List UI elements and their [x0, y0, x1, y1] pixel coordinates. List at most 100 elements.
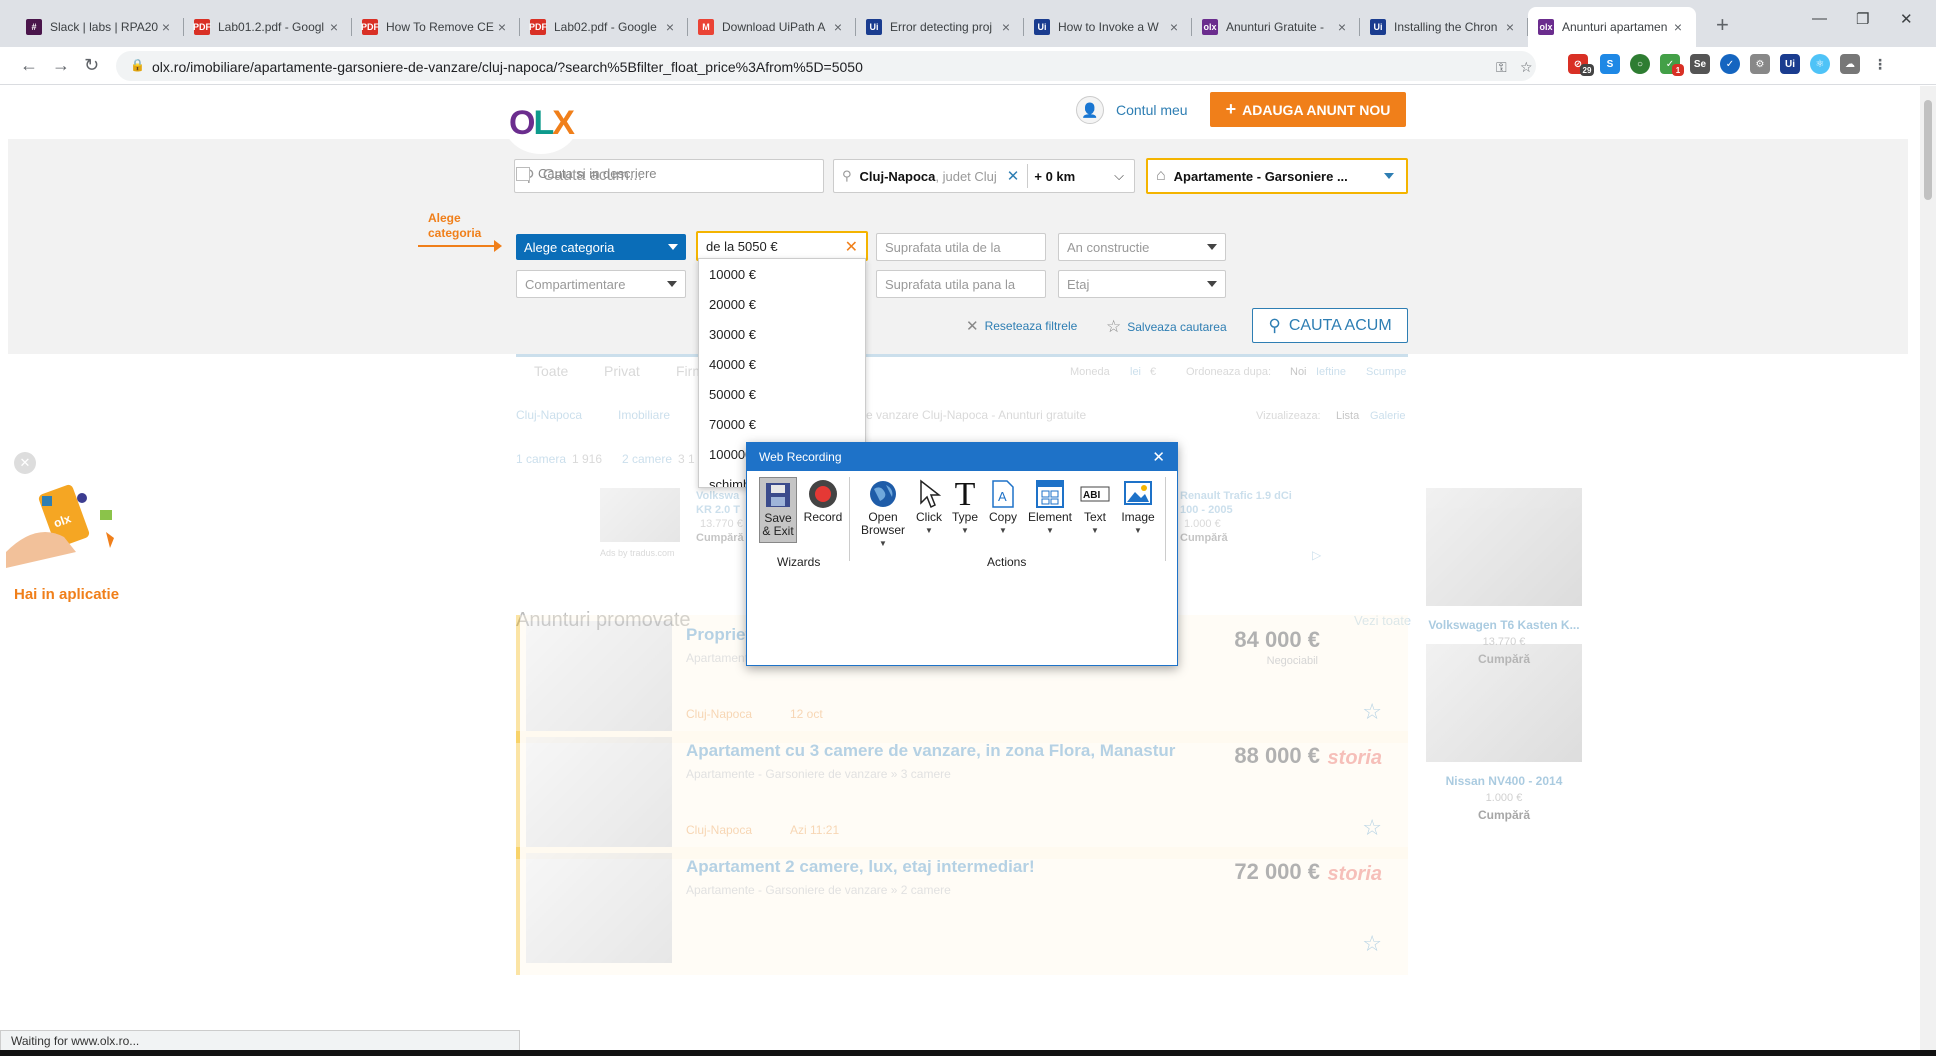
clear-price-icon[interactable]: ✕ [845, 237, 858, 257]
breadcrumb-city[interactable]: Cluj-Napoca [516, 408, 582, 422]
side-ad[interactable]: Nissan NV400 - 2014 1.000 € Cumpără [1426, 644, 1582, 834]
extension-react-icon[interactable]: ⚛ [1810, 54, 1830, 74]
description-checkbox[interactable]: Cauta si in descriere [516, 166, 657, 181]
price-option[interactable]: 70000 € [699, 409, 865, 439]
floor-select[interactable]: Etaj [1058, 270, 1226, 298]
view-gallery[interactable]: Galerie [1370, 410, 1405, 422]
price-option[interactable]: 50000 € [699, 379, 865, 409]
key-icon[interactable]: ⚿ [1496, 59, 1507, 76]
side-ad-title[interactable]: Nissan NV400 - 2014 [1426, 774, 1582, 788]
scrollbar-thumb[interactable] [1924, 100, 1932, 200]
favorite-star-icon[interactable]: ☆ [1362, 815, 1382, 841]
close-tab-icon[interactable]: × [326, 19, 342, 35]
browser-tab[interactable]: # Slack | labs | RPA20 × [16, 7, 184, 47]
sort-newest[interactable]: Noi [1290, 366, 1307, 378]
browser-tab[interactable]: olx Anunturi Gratuite - × [1192, 7, 1360, 47]
listing-title[interactable]: Apartament cu 3 camere de vanzare, in zo… [686, 741, 1175, 761]
close-tab-icon[interactable]: × [662, 19, 678, 35]
rooms-2-link[interactable]: 2 camere [622, 452, 672, 466]
listing-item[interactable]: Apartament cu 3 camere de vanzare, in zo… [516, 731, 1408, 859]
price-option[interactable]: 30000 € [699, 319, 865, 349]
close-window-icon[interactable]: ✕ [1900, 10, 1913, 28]
location-field[interactable]: ⚲ Cluj-Napoca , judet Cluj ✕ + 0 km ⌵ [833, 159, 1135, 193]
reload-icon[interactable]: ↻ [84, 55, 99, 76]
extension-circle-icon[interactable]: ○ [1630, 54, 1650, 74]
bookmark-star-icon[interactable]: ☆ [1520, 59, 1533, 76]
add-listing-button[interactable]: + ADAUGA ANUNT NOU [1210, 92, 1406, 127]
browser-tab[interactable]: Ui How to Invoke a W × [1024, 7, 1192, 47]
type-button[interactable]: T Type ▼ [945, 477, 985, 537]
search-button[interactable]: ⚲ CAUTA ACUM [1252, 308, 1408, 343]
side-ad-image[interactable] [1426, 644, 1582, 762]
browser-tab[interactable]: olx Anunturi apartamen × [1528, 7, 1696, 47]
listing-photo[interactable] [526, 621, 672, 731]
close-tab-icon[interactable]: × [1166, 19, 1182, 35]
save-search-link[interactable]: ☆ Salveaza cautarea [1106, 317, 1227, 337]
close-tab-icon[interactable]: × [998, 19, 1014, 35]
ad-choices-icon[interactable]: ▷ [1312, 548, 1321, 562]
back-icon[interactable]: ← [20, 55, 38, 76]
copy-button[interactable]: A Copy ▼ [983, 477, 1023, 537]
sponsored-ad-title[interactable]: Volkswa [696, 490, 739, 502]
close-dialog-icon[interactable]: ✕ [1152, 448, 1165, 466]
extension-cloud-icon[interactable]: ☁ [1840, 54, 1860, 74]
record-button[interactable]: Record [801, 477, 845, 524]
forward-icon[interactable]: → [52, 55, 70, 76]
currency-eur[interactable]: € [1150, 366, 1156, 378]
tab-all[interactable]: Toate [534, 363, 568, 379]
area-from-input[interactable]: Suprafata utila de la [876, 233, 1046, 261]
category-select[interactable]: ⌂ Apartamente - Garsoniere ... [1146, 158, 1408, 194]
compartment-select[interactable]: Compartimentare [516, 270, 686, 298]
text-button[interactable]: ABI Text ▼ [1073, 477, 1117, 537]
listing-item[interactable]: Apartament 2 camere, lux, etaj intermedi… [516, 847, 1408, 975]
page-scrollbar[interactable] [1920, 86, 1936, 1052]
favorite-star-icon[interactable]: ☆ [1362, 931, 1382, 957]
menu-kebab-icon[interactable]: ⋮ [1870, 54, 1890, 74]
browser-tab[interactable]: Ui Installing the Chron × [1360, 7, 1528, 47]
area-to-input[interactable]: Suprafata utila pana la [876, 270, 1046, 298]
extension-messenger-icon[interactable]: ✓ [1720, 54, 1740, 74]
olx-logo[interactable]: OLX [504, 92, 578, 154]
view-list[interactable]: Lista [1336, 410, 1359, 422]
close-promo-icon[interactable]: ✕ [14, 452, 36, 474]
new-tab-button[interactable]: + [1716, 12, 1729, 38]
minimize-icon[interactable]: — [1812, 10, 1827, 27]
breadcrumb-section[interactable]: Imobiliare [618, 408, 670, 422]
price-from-input[interactable]: de la 5050 € ✕ [696, 231, 868, 261]
side-ad-image[interactable] [1426, 488, 1582, 606]
browser-tab[interactable]: PDF Lab01.2.pdf - Googl × [184, 7, 352, 47]
sponsored-ad-cta[interactable]: Cumpără [696, 532, 744, 544]
radius-select[interactable]: + 0 km [1034, 169, 1075, 184]
listing-title[interactable]: Apartament 2 camere, lux, etaj intermedi… [686, 857, 1035, 877]
favorite-star-icon[interactable]: ☆ [1362, 699, 1382, 725]
sort-expensive[interactable]: Scumpe [1366, 366, 1406, 378]
close-tab-icon[interactable]: × [1502, 19, 1518, 35]
app-promo[interactable]: ✕ olx Hai in aplicatie [6, 452, 136, 603]
side-ad-cta[interactable]: Cumpără [1426, 808, 1582, 822]
clear-location-icon[interactable]: ✕ [1007, 167, 1020, 185]
subcategory-select[interactable]: Alege categoria [516, 234, 686, 260]
tab-private[interactable]: Privat [604, 363, 640, 379]
chevron-down-icon[interactable]: ⌵ [1114, 168, 1124, 184]
checkbox-box[interactable] [516, 166, 530, 181]
sponsored-ad-cta[interactable]: Cumpără [1180, 532, 1228, 544]
extension-s-icon[interactable]: S [1600, 54, 1620, 74]
extension-gear-icon[interactable]: ⚙ [1750, 54, 1770, 74]
close-tab-icon[interactable]: × [1670, 19, 1686, 35]
extension-selenium-icon[interactable]: Se [1690, 54, 1710, 74]
restore-icon[interactable]: ❐ [1856, 10, 1869, 28]
save-exit-button[interactable]: Save & Exit [759, 477, 797, 543]
price-option[interactable]: 20000 € [699, 289, 865, 319]
extension-uipath-icon[interactable]: Ui [1780, 54, 1800, 74]
listing-photo[interactable] [526, 853, 672, 963]
image-button[interactable]: Image ▼ [1115, 477, 1161, 537]
sponsored-ad-image[interactable] [600, 488, 680, 542]
browser-tab[interactable]: M Download UiPath A × [688, 7, 856, 47]
close-tab-icon[interactable]: × [158, 19, 174, 35]
close-tab-icon[interactable]: × [1334, 19, 1350, 35]
my-account-link[interactable]: 👤 Contul meu [1076, 96, 1188, 124]
click-button[interactable]: Click ▼ [909, 477, 949, 537]
address-bar[interactable]: 🔒 olx.ro/imobiliare/apartamente-garsonie… [116, 51, 1536, 81]
sponsored-ad-title[interactable]: Renault Trafic 1.9 dCi [1180, 490, 1292, 502]
side-ad-title[interactable]: Volkswagen T6 Kasten K... [1426, 618, 1582, 632]
